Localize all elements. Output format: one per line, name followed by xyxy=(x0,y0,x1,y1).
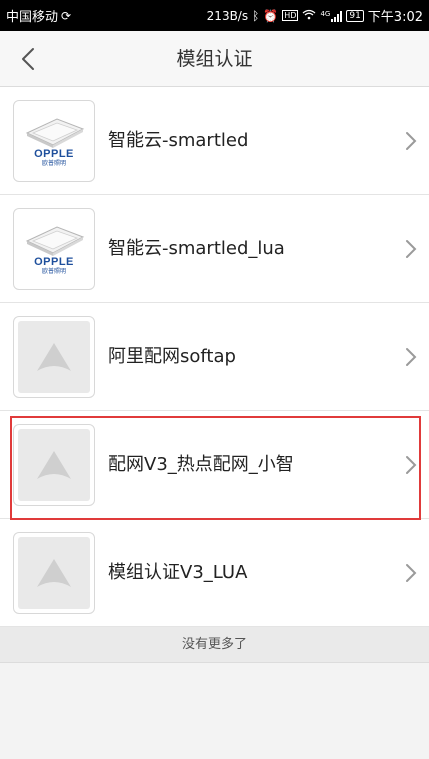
placeholder-a-icon xyxy=(13,532,95,614)
chevron-right-icon xyxy=(406,132,417,150)
chevron-right-icon xyxy=(406,456,417,474)
chevron-right-icon xyxy=(406,564,417,582)
list-item-label: 配网V3_热点配网_小智 xyxy=(108,454,294,475)
placeholder-a-icon xyxy=(13,316,95,398)
module-list: OPPLE 欧普照明 智能云-smartled OPPLE 欧普照明 智能云-s… xyxy=(0,87,429,627)
brand-logo-sub: 欧普照明 xyxy=(41,268,66,275)
no-more-label: 没有更多了 xyxy=(0,627,429,663)
list-item[interactable]: OPPLE 欧普照明 智能云-smartled_lua xyxy=(0,195,429,303)
list-item-label: 阿里配网softap xyxy=(108,346,236,367)
alarm-icon: ⏰ xyxy=(263,8,279,23)
sync-icon: ⟳ xyxy=(61,8,72,23)
brand-logo-text: OPPLE xyxy=(34,148,74,160)
list-item[interactable]: 模组认证V3_LUA xyxy=(0,519,429,627)
list-item[interactable]: OPPLE 欧普照明 智能云-smartled xyxy=(0,87,429,195)
chevron-left-icon xyxy=(22,48,34,70)
status-bar: 中国移动 ⟳ 213B/s ᛒ ⏰ HD 4G 91 下午3:02 xyxy=(0,0,429,31)
list-item[interactable]: 配网V3_热点配网_小智 xyxy=(0,411,429,519)
lamp-image xyxy=(25,226,85,256)
opple-logo-icon: OPPLE 欧普照明 xyxy=(13,208,95,290)
page-title: 模组认证 xyxy=(176,48,253,70)
clock: 下午3:02 xyxy=(367,10,423,25)
brand-logo-text: OPPLE xyxy=(34,256,74,268)
list-item-label: 模组认证V3_LUA xyxy=(108,562,248,583)
battery-icon: 91 xyxy=(346,9,364,22)
chevron-right-icon xyxy=(406,348,417,366)
opple-logo-icon: OPPLE 欧普照明 xyxy=(13,100,95,182)
nav-bar: 模组认证 xyxy=(0,31,429,87)
carrier-label: 中国移动 xyxy=(6,10,59,25)
battery-level: 91 xyxy=(349,10,361,21)
bluetooth-icon: ᛒ xyxy=(252,8,260,23)
list-item-label: 智能云-smartled xyxy=(108,130,249,151)
wifi-icon xyxy=(302,9,316,23)
net-speed: 213B/s xyxy=(206,8,249,23)
lamp-image xyxy=(25,118,85,148)
placeholder-a-icon xyxy=(13,424,95,506)
list-item[interactable]: 阿里配网softap xyxy=(0,303,429,411)
brand-logo-sub: 欧普照明 xyxy=(41,160,66,167)
signal-icon: 4G xyxy=(320,9,343,22)
back-button[interactable] xyxy=(14,45,42,73)
chevron-right-icon xyxy=(406,240,417,258)
signal-type: 4G xyxy=(320,9,331,18)
hd-icon: HD xyxy=(282,10,299,21)
list-item-label: 智能云-smartled_lua xyxy=(108,238,285,259)
